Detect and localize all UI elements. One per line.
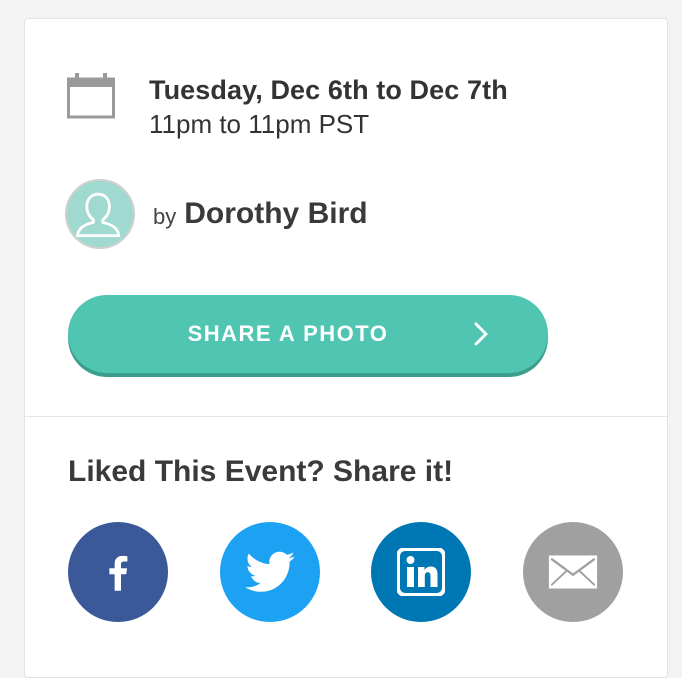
twitter-icon <box>245 551 295 592</box>
host-name[interactable]: Dorothy Bird <box>184 197 367 231</box>
event-date-row: Tuesday, Dec 6th to Dec 7th 11pm to 11pm… <box>67 73 508 141</box>
event-date-text: Tuesday, Dec 6th to Dec 7th 11pm to 11pm… <box>149 73 508 141</box>
person-silhouette-icon <box>67 181 130 244</box>
event-card: Tuesday, Dec 6th to Dec 7th 11pm to 11pm… <box>24 18 668 678</box>
twitter-share-button[interactable] <box>220 522 320 622</box>
share-heading: Liked This Event? Share it! <box>68 455 454 488</box>
facebook-icon <box>109 555 128 591</box>
email-share-button[interactable] <box>523 522 623 622</box>
envelope-icon <box>548 555 598 589</box>
share-photo-button[interactable]: SHARE A PHOTO <box>68 295 548 373</box>
linkedin-icon <box>397 548 445 596</box>
host-row: by Dorothy Bird <box>65 179 368 249</box>
chevron-right-icon <box>474 322 488 346</box>
share-photo-label: SHARE A PHOTO <box>187 321 389 346</box>
facebook-share-button[interactable] <box>68 522 168 622</box>
event-time: 11pm to 11pm PST <box>149 109 370 139</box>
event-date: Tuesday, Dec 6th to Dec 7th <box>149 75 508 105</box>
avatar[interactable] <box>65 179 135 249</box>
section-divider <box>25 416 667 417</box>
linkedin-share-button[interactable] <box>371 522 471 622</box>
host-by-label: by <box>153 204 177 229</box>
calendar-icon <box>67 73 115 119</box>
